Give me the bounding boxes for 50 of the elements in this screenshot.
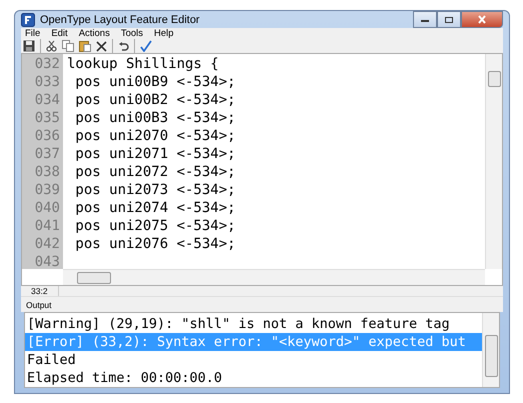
close-icon bbox=[477, 15, 487, 24]
minimize-button[interactable] bbox=[413, 11, 437, 28]
line-number: 039 bbox=[34, 181, 61, 199]
line-number: 032 bbox=[34, 55, 61, 73]
app-icon bbox=[21, 12, 35, 26]
code-line: pos uni2075 <-534>; bbox=[74, 218, 236, 234]
paste-icon[interactable] bbox=[79, 40, 91, 52]
line-number: 037 bbox=[34, 145, 61, 163]
line-number: 033 bbox=[34, 73, 61, 91]
undo-icon[interactable] bbox=[118, 40, 129, 52]
menu-item[interactable]: File bbox=[25, 28, 40, 39]
code-line: pos uni2072 <-534>; bbox=[74, 164, 236, 180]
cursor-position: 33:2 bbox=[21, 286, 59, 296]
menu-item[interactable]: Help bbox=[154, 28, 174, 39]
vertical-scrollbar[interactable] bbox=[485, 54, 502, 269]
save-icon[interactable] bbox=[23, 40, 35, 52]
line-number: 038 bbox=[34, 163, 61, 181]
menu-item[interactable]: Edit bbox=[51, 28, 68, 39]
code-line: pos uni00B2 <-534>; bbox=[74, 92, 236, 108]
check-icon[interactable] bbox=[140, 40, 152, 52]
code-line: pos uni00B3 <-534>; bbox=[74, 110, 236, 126]
output-line[interactable]: Elapsed time: 00:00:00.0 bbox=[25, 369, 482, 387]
output-label: Output bbox=[21, 297, 503, 312]
window-title: OpenType Layout Feature Editor bbox=[40, 14, 200, 26]
code-line: pos uni2074 <-534>; bbox=[74, 200, 236, 216]
close-button[interactable] bbox=[461, 11, 503, 28]
output-line[interactable]: Failed bbox=[25, 351, 482, 369]
line-number: 040 bbox=[34, 199, 61, 217]
code-line: pos uni2070 <-534>; bbox=[74, 128, 236, 144]
copy-icon[interactable] bbox=[62, 40, 74, 52]
line-number: 041 bbox=[34, 217, 61, 235]
output-scrollbar[interactable] bbox=[482, 313, 499, 387]
code-line: pos uni2071 <-534>; bbox=[74, 146, 236, 162]
code-line: pos uni00B9 <-534>; bbox=[74, 74, 236, 90]
cut-icon[interactable] bbox=[46, 40, 57, 52]
code-line: lookup Shillings { bbox=[67, 56, 219, 72]
line-number: 036 bbox=[34, 127, 61, 145]
line-number: 043 bbox=[34, 253, 61, 269]
horizontal-scrollbar[interactable] bbox=[63, 269, 485, 285]
line-number: 035 bbox=[34, 109, 61, 127]
maximize-button[interactable] bbox=[437, 11, 461, 28]
maximize-icon bbox=[444, 16, 454, 24]
menu-item[interactable]: Tools bbox=[120, 28, 144, 39]
menu-item[interactable]: Actions bbox=[78, 28, 110, 39]
code-line: pos uni2073 <-534>; bbox=[74, 182, 236, 198]
output-line[interactable]: [Warning] (29,19): "shll" is not a known feature tag bbox=[25, 315, 482, 333]
line-number: 042 bbox=[34, 235, 61, 253]
code-line: pos uni2076 <-534>; bbox=[74, 236, 236, 252]
line-number: 034 bbox=[34, 91, 61, 109]
delete-icon[interactable] bbox=[96, 40, 107, 52]
